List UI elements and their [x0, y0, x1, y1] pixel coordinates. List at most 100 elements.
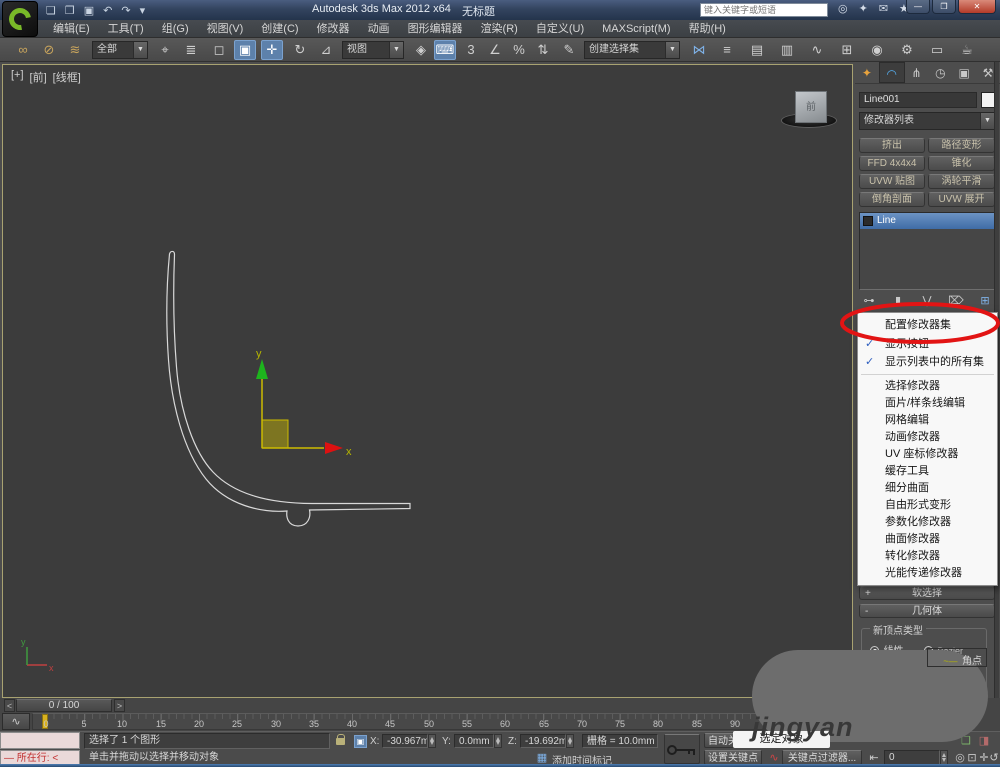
quick-access-caret-icon[interactable]: ▾ [140, 4, 146, 17]
menu-customize[interactable]: 自定义(U) [527, 20, 593, 38]
radio-corner[interactable]: ~— 角点 [927, 648, 987, 667]
menu-views[interactable]: 视图(V) [198, 20, 253, 38]
key-filters-button[interactable]: 关键点过滤器... [782, 750, 862, 765]
stack-item-line[interactable]: Line [860, 213, 994, 229]
z-spinner[interactable] [566, 734, 574, 748]
dropdown-arrow-icon[interactable]: ▼ [389, 42, 403, 58]
menu-item-subdivision-surfaces[interactable]: 细分曲面 [858, 480, 997, 497]
save-file-icon[interactable]: ▣ [84, 4, 94, 17]
modifier-button-turbosmooth[interactable]: 涡轮平滑 [928, 174, 995, 189]
open-file-icon[interactable]: ❒ [65, 4, 75, 17]
modifier-button-uvw-map[interactable]: UVW 贴图 [859, 174, 925, 189]
search-icon[interactable]: ◎ [838, 2, 848, 15]
object-name-field[interactable]: Line001 [859, 92, 977, 108]
redo-icon[interactable]: ↷ [121, 4, 130, 17]
menu-item-parametric-modifiers[interactable]: 参数化修改器 [858, 514, 997, 531]
menu-item-uv-coordinate-modifiers[interactable]: UV 座标修改器 [858, 446, 997, 463]
graphite-ribbon-icon[interactable]: ▥ [776, 40, 798, 60]
modifier-button-taper[interactable]: 锥化 [928, 156, 995, 171]
previous-frame-button[interactable]: < [4, 699, 15, 712]
angle-snap-icon[interactable]: ∠ [484, 40, 506, 60]
select-and-move-icon[interactable]: ✛ [261, 40, 283, 60]
reference-coordinate-dropdown[interactable]: 视图 ▼ [342, 41, 404, 59]
render-setup-icon[interactable]: ⚙ [896, 40, 918, 60]
time-slider-ruler[interactable]: 0 5 10 15 20 25 30 35 40 45 50 55 60 65 … [32, 713, 775, 730]
align-icon[interactable]: ≡ [716, 40, 738, 60]
edit-named-selection-sets-icon[interactable]: ✎ [558, 40, 580, 60]
menu-rendering[interactable]: 渲染(R) [472, 20, 527, 38]
menu-help[interactable]: 帮助(H) [680, 20, 735, 38]
menu-tools[interactable]: 工具(T) [99, 20, 153, 38]
use-pivot-center-icon[interactable]: ◈ [410, 40, 432, 60]
dropdown-arrow-icon[interactable]: ▼ [665, 42, 679, 58]
undo-icon[interactable]: ↶ [103, 4, 112, 17]
absolute-mode-toggle-icon[interactable]: ▣ [354, 735, 367, 748]
modifier-button-bevel-profile[interactable]: 倒角剖面 [859, 192, 925, 207]
menu-maxscript[interactable]: MAXScript(M) [593, 20, 679, 38]
menu-item-configure-modifier-sets[interactable]: 配置修改器集 [858, 315, 997, 335]
menu-item-conversion-modifiers[interactable]: 转化修改器 [858, 548, 997, 565]
select-object-icon[interactable]: ⌖ [154, 40, 176, 60]
mirror-icon[interactable]: ⋈ [688, 40, 710, 60]
modifier-button-unwrap-uvw[interactable]: UVW 展开 [928, 192, 995, 207]
menu-animation[interactable]: 动画 [359, 20, 399, 38]
modifier-stack-list[interactable]: Line [859, 212, 995, 290]
x-coord-field[interactable]: -30.967mm [382, 734, 428, 748]
show-end-result-icon[interactable]: ▮ [888, 294, 908, 307]
front-viewport[interactable]: [+] [前] [线框] 前 y x x y [2, 64, 853, 698]
material-editor-icon[interactable]: ◉ [866, 40, 888, 60]
select-and-link-icon[interactable]: ∞ [12, 40, 34, 60]
menu-edit[interactable]: 编辑(E) [44, 20, 99, 38]
bind-to-space-warp-icon[interactable]: ≋ [64, 40, 86, 60]
rectangular-selection-region-icon[interactable]: ◻ [208, 40, 230, 60]
modifier-button-ffd4x4x4[interactable]: FFD 4x4x4 [859, 156, 925, 171]
schematic-view-icon[interactable]: ⊞ [836, 40, 858, 60]
menu-item-free-form-deformations[interactable]: 自由形式变形 [858, 497, 997, 514]
stack-item-visibility-icon[interactable] [863, 216, 873, 226]
infocenter-search-input[interactable] [700, 3, 828, 17]
select-and-scale-icon[interactable]: ⊿ [315, 40, 337, 60]
y-spinner[interactable] [494, 734, 502, 748]
make-unique-icon[interactable]: ⋁ [917, 294, 937, 307]
menu-item-cache-tools[interactable]: 缓存工具 [858, 463, 997, 480]
remove-modifier-icon[interactable]: ⌦ [946, 294, 966, 307]
maxscript-mini-listener-top[interactable] [0, 732, 80, 749]
rollout-collapse-icon[interactable]: - [865, 605, 868, 618]
menu-modifiers[interactable]: 修改器 [308, 20, 359, 38]
unlink-selection-icon[interactable]: ⊘ [38, 40, 60, 60]
menu-graph-editors[interactable]: 图形编辑器 [399, 20, 472, 38]
snap-toggle-3d-icon[interactable]: 3 [460, 40, 482, 60]
menu-group[interactable]: 组(G) [153, 20, 198, 38]
set-keys-squiggle-icon[interactable]: ∿ [766, 751, 782, 764]
create-tab-icon[interactable]: ✦ [855, 62, 879, 83]
modifier-button-path-deform[interactable]: 路径变形 [928, 138, 995, 153]
motion-tab-icon[interactable]: ◷ [928, 62, 952, 83]
subscription-center-icon[interactable]: ✦ [859, 2, 868, 15]
layer-manager-icon[interactable]: ▤ [746, 40, 768, 60]
select-and-rotate-icon[interactable]: ↻ [289, 40, 311, 60]
selection-lock-icon[interactable] [336, 738, 345, 745]
menu-item-mesh-editing[interactable]: 网格编辑 [858, 412, 997, 429]
selection-filter-dropdown[interactable]: 全部 ▼ [92, 41, 148, 59]
next-frame-button[interactable]: > [114, 699, 125, 712]
menu-item-radiosity-modifiers[interactable]: 光能传递修改器 [858, 565, 997, 582]
x-spinner[interactable] [428, 734, 436, 748]
y-coord-field[interactable]: 0.0mm [454, 734, 494, 748]
menu-item-show-buttons[interactable]: ✓显示按钮 [858, 335, 997, 353]
select-by-name-icon[interactable]: ≣ [180, 40, 202, 60]
z-coord-field[interactable]: -19.692mm [520, 734, 566, 748]
dropdown-arrow-icon[interactable]: ▼ [980, 113, 994, 129]
named-selection-sets-dropdown[interactable]: 创建选择集 ▼ [584, 41, 680, 59]
mini-curve-editor-button[interactable]: ∿ [2, 713, 30, 730]
display-tab-icon[interactable]: ▣ [952, 62, 976, 83]
rendered-frame-window-icon[interactable]: ▭ [926, 40, 948, 60]
dropdown-arrow-icon[interactable]: ▼ [133, 42, 147, 58]
rollout-expand-icon[interactable]: + [865, 587, 871, 600]
keyboard-shortcut-override-icon[interactable]: ⌨ [434, 40, 456, 60]
curve-editor-icon[interactable]: ∿ [806, 40, 828, 60]
hierarchy-tab-icon[interactable]: ⋔ [905, 62, 929, 83]
percent-snap-icon[interactable]: % [508, 40, 530, 60]
pin-stack-icon[interactable]: ⊶ [859, 294, 879, 307]
set-key-button[interactable]: 设置关键点 [704, 750, 762, 765]
communication-center-icon[interactable]: ✉ [879, 2, 888, 15]
